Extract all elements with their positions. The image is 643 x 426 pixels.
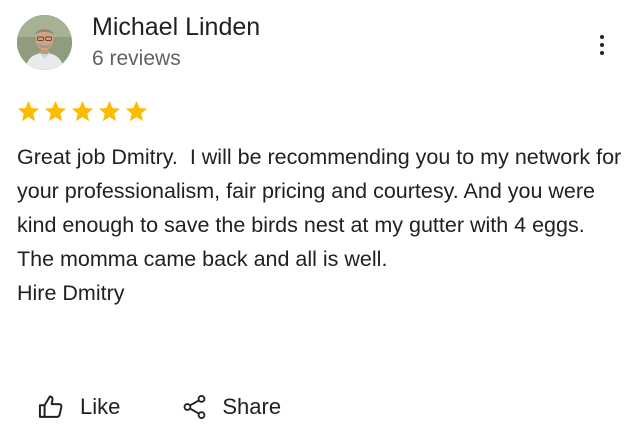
star-icon: [98, 100, 121, 122]
star-icon: [71, 100, 94, 122]
review-count: 6 reviews: [92, 47, 181, 70]
review-card: Michael Linden 6 reviews Great job Dmitr…: [0, 0, 643, 424]
more-vertical-icon-dot: [600, 51, 604, 55]
more-options-button[interactable]: [588, 28, 616, 62]
star-icon: [44, 100, 67, 122]
more-vertical-icon-dot: [600, 43, 604, 47]
share-icon: [183, 395, 206, 419]
star-icon: [17, 100, 40, 122]
review-actions: Like Share: [36, 388, 281, 426]
star-icon: [125, 100, 148, 122]
avatar-image: [17, 15, 72, 70]
avatar[interactable]: [17, 15, 72, 70]
like-label: Like: [80, 394, 121, 419]
more-vertical-icon: [600, 35, 604, 39]
like-button[interactable]: Like: [36, 393, 120, 421]
share-label: Share: [222, 394, 282, 419]
share-button[interactable]: Share: [182, 393, 281, 421]
thumb-up-icon: [38, 395, 63, 418]
star-rating: [16, 99, 149, 125]
review-text: Great job Dmitry. I will be recommending…: [17, 145, 622, 305]
author-name[interactable]: Michael Linden: [92, 12, 260, 42]
